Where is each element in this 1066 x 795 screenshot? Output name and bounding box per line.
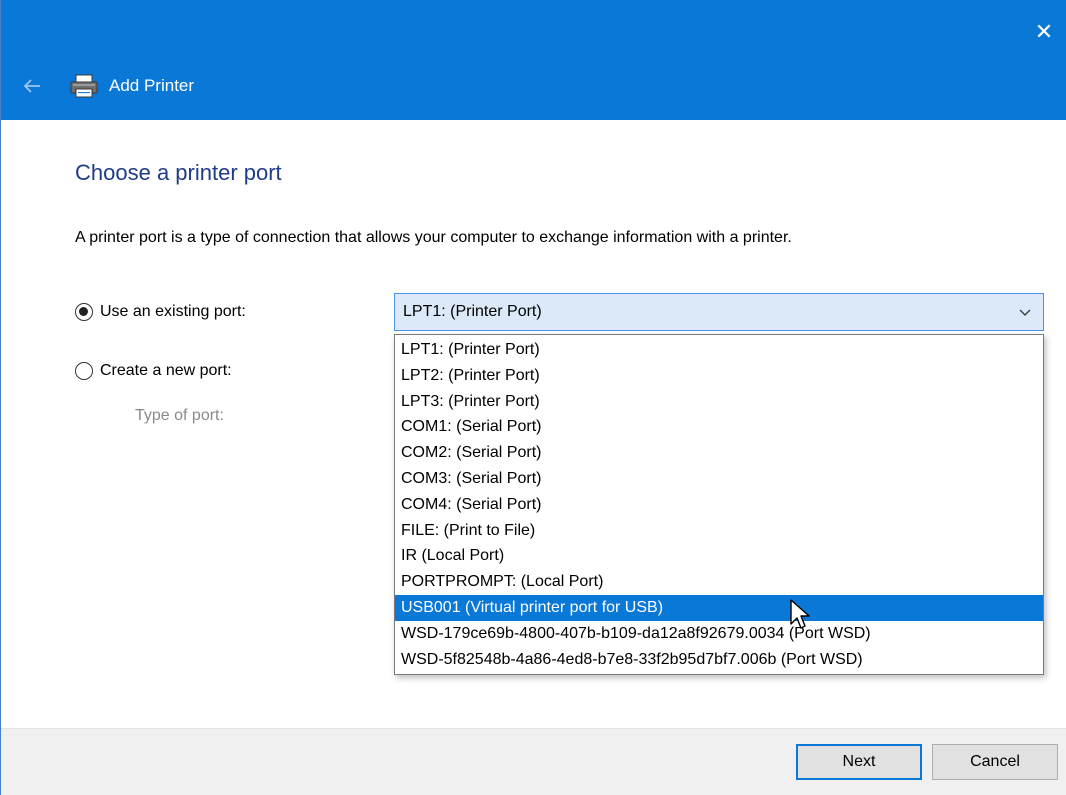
page-title: Choose a printer port [75, 160, 282, 185]
use-existing-port-label: Use an existing port: [100, 303, 246, 320]
dropdown-option[interactable]: LPT2: (Printer Port) [395, 363, 1043, 389]
next-button-label: Next [842, 753, 876, 770]
next-button[interactable]: Next [796, 744, 922, 780]
existing-port-selected-value: LPT1: (Printer Port) [403, 303, 542, 320]
type-of-port-label: Type of port: [135, 407, 224, 424]
dropdown-option[interactable]: WSD-179ce69b-4800-407b-b109-da12a8f92679… [395, 621, 1043, 647]
chevron-down-icon [1019, 309, 1031, 316]
dropdown-option[interactable]: IR (Local Port) [395, 543, 1043, 569]
dropdown-option-highlighted[interactable]: USB001 (Virtual printer port for USB) [395, 594, 1043, 621]
window-title: Add Printer [109, 76, 195, 95]
create-new-port-label: Create a new port: [100, 362, 232, 379]
cancel-button[interactable]: Cancel [932, 744, 1058, 780]
back-arrow-icon [23, 79, 40, 93]
dropdown-option[interactable]: FILE: (Print to File) [395, 518, 1043, 544]
page-description: A printer port is a type of connection t… [75, 229, 792, 246]
create-new-port-radio[interactable]: Create a new port: [75, 362, 232, 380]
radio-checked-icon [75, 303, 93, 321]
dropdown-option[interactable]: WSD-5f82548b-4a86-4ed8-b7e8-33f2b95d7bf7… [395, 647, 1043, 673]
cancel-button-label: Cancel [970, 753, 1020, 770]
dropdown-option[interactable]: COM1: (Serial Port) [395, 414, 1043, 440]
dropdown-option[interactable]: PORTPROMPT: (Local Port) [395, 569, 1043, 595]
dropdown-option[interactable]: COM4: (Serial Port) [395, 492, 1043, 518]
printer-icon [69, 74, 99, 98]
back-button[interactable] [19, 74, 45, 98]
dropdown-option[interactable]: COM3: (Serial Port) [395, 466, 1043, 492]
dropdown-option[interactable]: LPT1: (Printer Port) [395, 337, 1043, 363]
existing-port-select[interactable]: LPT1: (Printer Port) [394, 293, 1044, 331]
close-icon: ✕ [1034, 19, 1054, 44]
port-dropdown-list: LPT1: (Printer Port) LPT2: (Printer Port… [394, 334, 1044, 675]
title-bar: ✕ Add Printer [1, 0, 1066, 120]
dropdown-option[interactable]: COM2: (Serial Port) [395, 440, 1043, 466]
add-printer-window: ✕ Add Printer Choose a printer port A pr… [0, 0, 1066, 795]
dropdown-option[interactable]: LPT3: (Printer Port) [395, 389, 1043, 415]
use-existing-port-radio[interactable]: Use an existing port: [75, 303, 246, 321]
radio-unchecked-icon [75, 362, 93, 380]
close-button[interactable]: ✕ [1021, 0, 1066, 64]
